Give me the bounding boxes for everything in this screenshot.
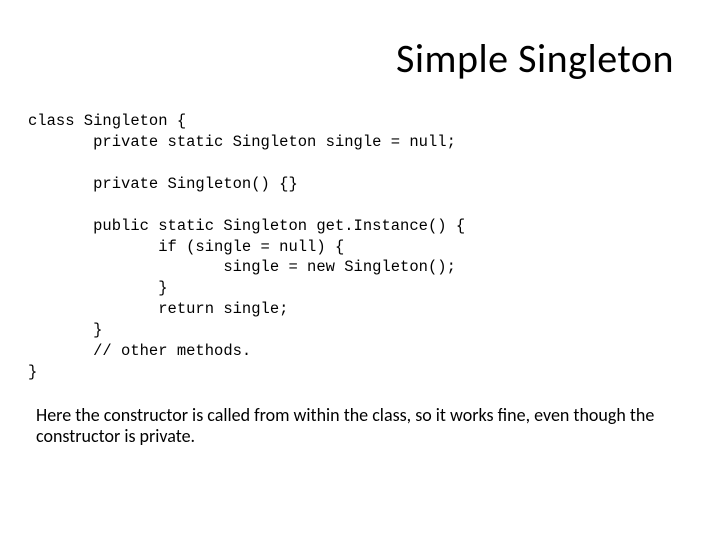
code-line: single = new Singleton(); bbox=[28, 258, 456, 276]
code-block: class Singleton { private static Singlet… bbox=[28, 111, 684, 383]
code-line: } bbox=[28, 279, 168, 297]
explanation-text: Here the constructor is called from with… bbox=[36, 405, 684, 447]
page-title: Simple Singleton bbox=[36, 34, 674, 83]
code-line: private Singleton() {} bbox=[28, 175, 298, 193]
code-line: return single; bbox=[28, 300, 288, 318]
code-line: private static Singleton single = null; bbox=[28, 133, 456, 151]
slide: Simple Singleton class Singleton { priva… bbox=[0, 0, 720, 540]
code-line: // other methods. bbox=[28, 342, 251, 360]
code-line: class Singleton { bbox=[28, 112, 186, 130]
code-line: } bbox=[28, 321, 102, 339]
code-line: } bbox=[28, 363, 37, 381]
code-line: if (single = null) { bbox=[28, 238, 344, 256]
code-line: public static Singleton get.Instance() { bbox=[28, 217, 465, 235]
